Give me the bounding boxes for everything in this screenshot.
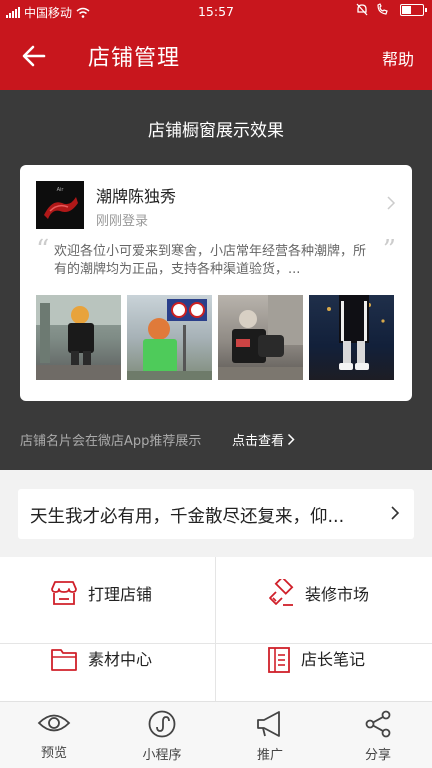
product-photo[interactable]	[127, 295, 212, 380]
store-icon	[51, 580, 77, 605]
chevron-right-icon	[391, 506, 400, 520]
notebook-icon	[268, 647, 290, 673]
tab-label: 分享	[364, 748, 391, 763]
tab-label: 推广	[256, 748, 283, 763]
grid-item-material-center[interactable]: 素材中心	[0, 644, 215, 701]
card-footnote: 店铺名片会在微店App推荐展示	[20, 434, 202, 449]
close-quote-icon: ”	[382, 235, 396, 265]
page-title: 店铺管理	[88, 46, 181, 71]
store-card[interactable]: Air 潮牌陈独秀 刚刚登录 “ ” 欢迎各位小可爱来到寒舍，小店常年经营各种潮…	[20, 165, 412, 401]
product-photo[interactable]	[309, 295, 394, 380]
call-icon	[377, 3, 388, 15]
bottom-tab-bar: 预览 小程序 推广 分享	[0, 701, 432, 768]
header: 店铺管理 帮助	[0, 22, 432, 90]
battery-icon	[400, 3, 427, 16]
grid-item-owner-notes[interactable]: 店长笔记	[217, 644, 432, 701]
grid-item-manage-store[interactable]: 打理店铺	[0, 557, 215, 628]
mini-program-icon	[148, 710, 176, 738]
grid-item-label: 店长笔记	[301, 650, 366, 669]
view-card-link-label: 点击查看	[232, 434, 285, 449]
chevron-right-icon[interactable]	[386, 195, 396, 211]
grid-divider	[215, 557, 216, 701]
grid-item-label: 装修市场	[305, 584, 370, 604]
store-avatar: Air	[36, 181, 84, 229]
grid-item-label: 打理店铺	[88, 584, 153, 604]
tab-promote[interactable]: 推广	[216, 702, 324, 768]
product-photo[interactable]	[36, 295, 121, 380]
svg-text:Air: Air	[57, 187, 65, 193]
mute-bell-icon	[356, 3, 368, 16]
chevron-right-icon	[287, 433, 295, 446]
tab-label: 预览	[40, 746, 67, 761]
back-arrow-icon[interactable]	[20, 42, 48, 70]
product-photos	[36, 295, 394, 380]
tab-mini-program[interactable]: 小程序	[108, 702, 216, 768]
eye-icon	[37, 714, 71, 732]
store-description: 欢迎各位小可爱来到寒舍，小店常年经营各种潮牌，所有的潮牌均为正品，支持各种渠道验…	[54, 244, 367, 277]
tab-label: 小程序	[142, 748, 182, 763]
megaphone-icon	[257, 711, 280, 737]
view-card-link[interactable]: 点击查看	[232, 430, 295, 449]
grid-item-label: 素材中心	[88, 650, 153, 669]
help-button[interactable]: 帮助	[382, 46, 414, 70]
grid-item-decoration-market[interactable]: 装修市场	[217, 557, 432, 628]
login-status: 刚刚登录	[96, 214, 149, 229]
tab-preview[interactable]: 预览	[0, 702, 108, 768]
preview-heading: 店铺橱窗展示效果	[148, 121, 284, 141]
share-icon	[365, 710, 391, 738]
store-slogan: 天生我才必有用，千金散尽还复来，仰...	[30, 507, 345, 527]
function-grid: 打理店铺 装修市场 素材中心 店长笔记	[0, 557, 432, 701]
storefront-preview-section: 店铺橱窗展示效果 Air 潮牌陈独秀 刚刚登录 “ ” 欢迎各位小可爱来到寒舍，…	[0, 90, 432, 470]
brush-icon	[269, 578, 294, 606]
store-name: 潮牌陈独秀	[96, 187, 177, 206]
tab-share[interactable]: 分享	[324, 702, 432, 768]
folder-icon	[51, 649, 77, 671]
status-bar: 中国移动 15:57	[0, 0, 432, 22]
open-quote-icon: “	[36, 235, 50, 265]
product-photo[interactable]	[218, 295, 303, 380]
store-slogan-row[interactable]: 天生我才必有用，千金散尽还复来，仰...	[18, 489, 414, 539]
